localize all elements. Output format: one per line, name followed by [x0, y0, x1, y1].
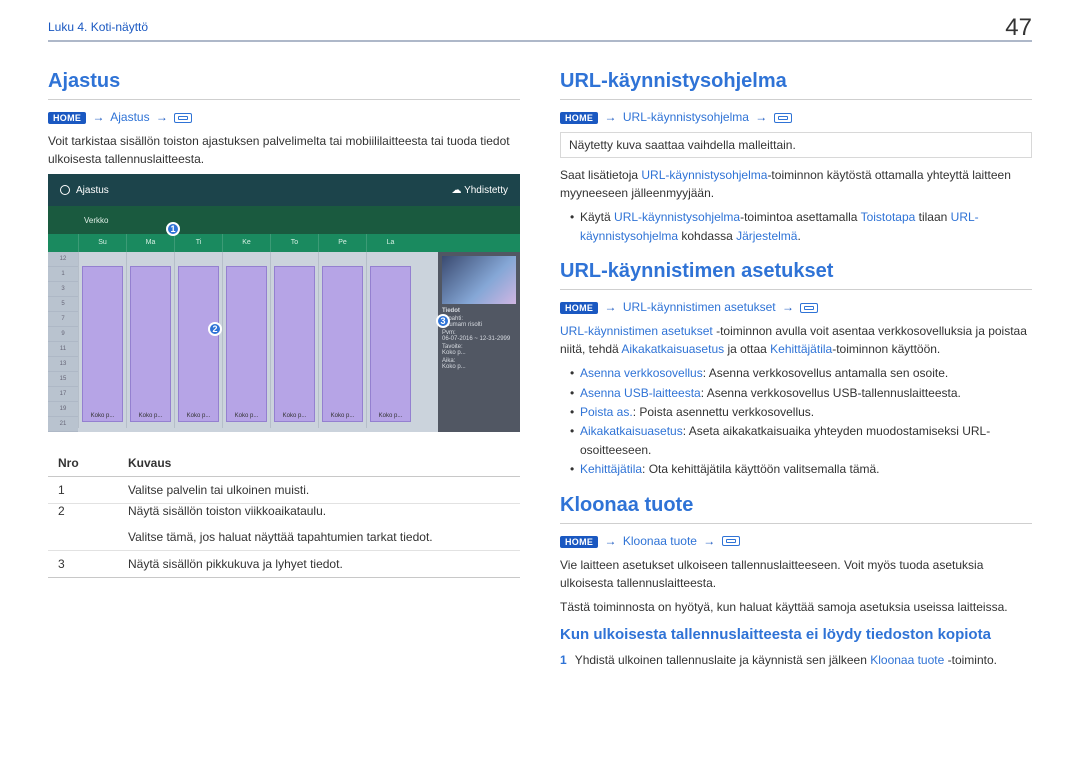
body-text: Tästä toiminnosta on hyötyä, kun haluat … [560, 598, 1032, 616]
marker-2: 2 [208, 322, 222, 336]
numbered-step: 1 Yhdistä ulkoinen tallennuslaite ja käy… [560, 651, 1032, 669]
right-column: URL-käynnistysohjelma HOME → URL-käynnis… [560, 70, 1032, 669]
note-box: Näytetty kuva saattaa vaihdella malleitt… [560, 132, 1032, 158]
day-cell: La [366, 234, 414, 252]
screenshot-title: Ajastus [76, 185, 109, 196]
section-title-url-settings: URL-käynnistimen asetukset [560, 260, 1032, 283]
screenshot-side-panel: Tiedot Tapahti:Saumarn risolti Pvm:06-07… [438, 252, 520, 432]
chapter-label: Luku 4. Koti-näyttö [48, 20, 1032, 34]
thumbnail [442, 256, 516, 304]
divider [560, 289, 1032, 290]
enter-icon [722, 536, 740, 546]
arrow-icon: → [755, 110, 767, 124]
screenshot-topbar: Ajastus ☁ Yhdistetty [48, 174, 520, 206]
day-cell [48, 234, 78, 252]
bullet-list: Käytä URL-käynnistysohjelma-toimintoa as… [560, 208, 1032, 246]
home-badge: HOME [560, 112, 598, 124]
th-desc: Kuvaus [118, 450, 520, 477]
path-link: URL-käynnistysohjelma [623, 110, 749, 124]
time-column: 121357911131517192123 [48, 252, 78, 432]
table-row: 2 Näytä sisällön toiston viikkoaikataulu… [48, 504, 520, 525]
arrow-icon: → [156, 110, 168, 124]
arrow-icon: → [605, 534, 617, 548]
page-number: 47 [1005, 14, 1032, 42]
path-link: Kloonaa tuote [623, 534, 697, 548]
content-columns: Ajastus HOME → Ajastus → Voit tarkistaa … [48, 70, 1032, 669]
screenshot-connected: ☁ Yhdistetty [451, 185, 508, 196]
arrow-icon: → [782, 300, 794, 314]
chart-area: Koko p... Koko p... Koko p... Koko p... … [78, 252, 438, 432]
table-row: Valitse tämä, jos haluat näyttää tapahtu… [48, 524, 520, 551]
left-column: Ajastus HOME → Ajastus → Voit tarkistaa … [48, 70, 520, 669]
section-title-ajastus: Ajastus [48, 70, 520, 93]
bullet-list: Asenna verkkosovellus: Asenna verkkosove… [560, 364, 1032, 479]
breadcrumb-clone: HOME → Kloonaa tuote → [560, 534, 1032, 548]
list-item: Aikakatkaisuasetus: Aseta aikakatkaisuai… [570, 422, 1032, 460]
path-link: URL-käynnistimen asetukset [623, 300, 776, 314]
body-text: Vie laitteen asetukset ulkoiseen tallenn… [560, 556, 1032, 592]
marker-3: 3 [436, 314, 450, 328]
day-cell: To [270, 234, 318, 252]
intro-text: Voit tarkistaa sisällön toiston ajastuks… [48, 132, 520, 168]
screenshot-body: 121357911131517192123 Koko p... Koko p..… [48, 252, 520, 432]
breadcrumb-ajastus: HOME → Ajastus → [48, 110, 520, 124]
home-badge: HOME [560, 302, 598, 314]
breadcrumb-url-launcher: HOME → URL-käynnistysohjelma → [560, 110, 1032, 124]
enter-icon [800, 303, 818, 313]
screenshot-weekdays: Su Ma Ti Ke To Pe La [48, 234, 520, 252]
arrow-icon: → [605, 110, 617, 124]
enter-icon [174, 113, 192, 123]
home-badge: HOME [48, 112, 86, 124]
home-badge: HOME [560, 536, 598, 548]
screenshot-row2: Verkko [48, 206, 520, 234]
clock-icon [60, 185, 70, 195]
day-cell: Ke [222, 234, 270, 252]
list-item: Käytä URL-käynnistysohjelma-toimintoa as… [570, 208, 1032, 246]
day-cell: Ma [126, 234, 174, 252]
marker-1: 1 [166, 222, 180, 236]
body-text: URL-käynnistimen asetukset -toiminnon av… [560, 322, 1032, 358]
list-item: Asenna verkkosovellus: Asenna verkkosove… [570, 364, 1032, 383]
section-title-url-launcher: URL-käynnistysohjelma [560, 70, 1032, 93]
ajastus-screenshot: Ajastus ☁ Yhdistetty Verkko Su Ma Ti Ke … [48, 174, 520, 432]
arrow-icon: → [605, 300, 617, 314]
arrow-icon: → [703, 534, 715, 548]
description-table: Nro Kuvaus 1 Valitse palvelin tai ulkoin… [48, 450, 520, 578]
divider [48, 99, 520, 100]
subsection-title: Kun ulkoisesta tallennuslaitteesta ei lö… [560, 626, 1032, 643]
screenshot-row2-label: Verkko [84, 216, 108, 225]
step-number: 1 [560, 651, 567, 669]
list-item: Kehittäjätila: Ota kehittäjätila käyttöö… [570, 460, 1032, 479]
divider [560, 523, 1032, 524]
divider [560, 99, 1032, 100]
day-cell: Su [78, 234, 126, 252]
list-item: Poista as.: Poista asennettu verkkosovel… [570, 403, 1032, 422]
day-cell: Ti [174, 234, 222, 252]
arrow-icon: → [93, 110, 105, 124]
table-row: 1 Valitse palvelin tai ulkoinen muisti. [48, 477, 520, 504]
body-text: Saat lisätietoja URL-käynnistysohjelma-t… [560, 166, 1032, 202]
breadcrumb-url-settings: HOME → URL-käynnistimen asetukset → [560, 300, 1032, 314]
step-text: Yhdistä ulkoinen tallennuslaite ja käynn… [575, 651, 997, 669]
section-title-clone: Kloonaa tuote [560, 494, 1032, 517]
table-row: 3 Näytä sisällön pikkukuva ja lyhyet tie… [48, 551, 520, 578]
path-link: Ajastus [110, 110, 149, 124]
enter-icon [774, 113, 792, 123]
day-cell: Pe [318, 234, 366, 252]
divider [48, 40, 1032, 42]
th-no: Nro [48, 450, 118, 477]
list-item: Asenna USB-laitteesta: Asenna verkkosove… [570, 384, 1032, 403]
